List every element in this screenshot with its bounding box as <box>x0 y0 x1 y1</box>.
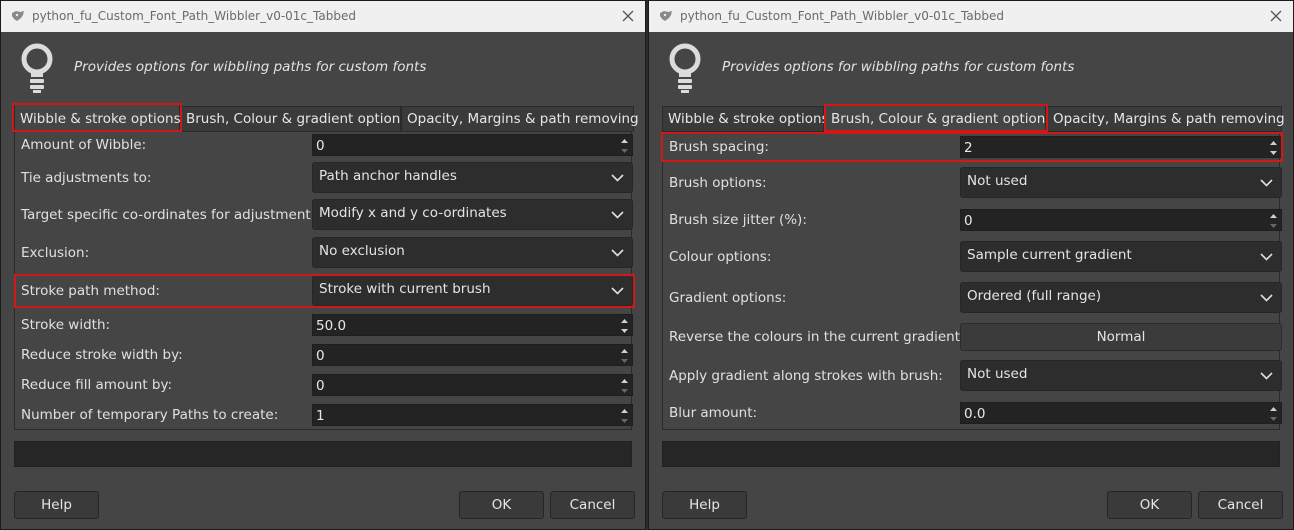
window-title: python_fu_Custom_Font_Path_Wibbler_v0-01… <box>32 9 356 23</box>
spinner-arrows-icon[interactable] <box>619 346 630 366</box>
close-icon[interactable] <box>1267 7 1285 25</box>
title-bar: python_fu_Custom_Font_Path_Wibbler_v0-01… <box>649 1 1293 32</box>
progress-bar <box>14 441 632 467</box>
brush-options-combo[interactable]: Not used <box>960 167 1282 198</box>
tab-wibble-stroke[interactable]: Wibble & stroke options <box>14 104 181 132</box>
help-button[interactable]: Help <box>14 491 99 519</box>
combo-value: Sample current gradient <box>967 247 1132 263</box>
reverse-colours-button[interactable]: Normal <box>960 323 1282 351</box>
stroke-path-method-combo[interactable]: Stroke with current brush <box>312 275 633 306</box>
spinner-arrows-icon[interactable] <box>1268 138 1279 158</box>
spinner-arrows-icon[interactable] <box>619 316 630 336</box>
target-coordinates-combo[interactable]: Modify x and y co-ordinates <box>312 199 633 230</box>
blur-amount-spinner[interactable]: 0.0 <box>960 402 1282 424</box>
row-label: Brush spacing: <box>669 139 769 155</box>
progress-bar <box>662 441 1280 467</box>
tab-brush-colour-gradient[interactable]: Brush, Colour & gradient options <box>825 104 1052 132</box>
spinner-value: 0 <box>964 213 973 229</box>
chevron-down-icon <box>611 174 624 182</box>
row-label: Gradient options: <box>669 290 787 306</box>
row-label: Amount of Wibble: <box>21 137 147 153</box>
spinner-value: 0 <box>316 348 325 364</box>
dialog-left: python_fu_Custom_Font_Path_Wibbler_v0-01… <box>0 0 646 530</box>
spinner-value: 50.0 <box>316 318 347 334</box>
help-button[interactable]: Help <box>662 491 747 519</box>
row-label: Exclusion: <box>21 245 90 261</box>
cancel-button[interactable]: Cancel <box>550 491 635 519</box>
exclusion-combo[interactable]: No exclusion <box>312 237 633 268</box>
apply-gradient-combo[interactable]: Not used <box>960 360 1282 391</box>
spinner-value: 0.0 <box>964 406 986 422</box>
spinner-value: 0 <box>316 378 325 394</box>
dialog-description: Provides options for wibbling paths for … <box>74 59 427 75</box>
spinner-value: 2 <box>964 140 973 156</box>
dialog-description: Provides options for wibbling paths for … <box>722 59 1075 75</box>
tab-panel: Amount of Wibble: 0 Tie adjustments to: … <box>14 131 633 430</box>
tab-opacity-margins[interactable]: Opacity, Margins & path removing <box>1047 106 1285 132</box>
tab-opacity-margins[interactable]: Opacity, Margins & path removing <box>401 106 639 132</box>
spinner-value: 1 <box>316 408 325 424</box>
stroke-width-spinner[interactable]: 50.0 <box>312 314 633 336</box>
chevron-down-icon <box>611 211 624 219</box>
tab-panel: Brush spacing: 2 Brush options: Not used… <box>662 131 1282 430</box>
spinner-arrows-icon[interactable] <box>619 376 630 396</box>
lightbulb-icon <box>669 43 701 93</box>
row-label: Brush size jitter (%): <box>669 212 807 228</box>
row-label: Colour options: <box>669 249 772 265</box>
combo-value: Stroke with current brush <box>319 281 491 297</box>
gradient-options-combo[interactable]: Ordered (full range) <box>960 282 1282 313</box>
row-label: Tie adjustments to: <box>21 170 152 186</box>
amount-of-wibble-spinner[interactable]: 0 <box>312 134 633 156</box>
tab-bar: Wibble & stroke options Brush, Colour & … <box>662 104 1285 132</box>
combo-value: Not used <box>967 173 1028 189</box>
gimp-icon <box>660 11 672 21</box>
row-label: Target specific co-ordinates for adjustm… <box>21 207 316 223</box>
row-label: Brush options: <box>669 175 767 191</box>
ok-button[interactable]: OK <box>459 491 544 519</box>
row-label: Number of temporary Paths to create: <box>21 407 279 423</box>
chevron-down-icon <box>611 249 624 257</box>
reduce-fill-amount-spinner[interactable]: 0 <box>312 374 633 396</box>
chevron-down-icon <box>1260 253 1273 261</box>
tie-adjustments-combo[interactable]: Path anchor handles <box>312 162 633 193</box>
chevron-down-icon <box>1260 294 1273 302</box>
spinner-arrows-icon[interactable] <box>619 406 630 426</box>
row-label: Apply gradient along strokes with brush: <box>669 368 943 384</box>
row-label: Stroke width: <box>21 317 111 333</box>
close-icon[interactable] <box>619 7 637 25</box>
gimp-icon <box>12 11 24 21</box>
window-title: python_fu_Custom_Font_Path_Wibbler_v0-01… <box>680 9 1004 23</box>
chevron-down-icon <box>1260 179 1273 187</box>
row-label: Stroke path method: <box>21 283 160 299</box>
combo-value: Ordered (full range) <box>967 288 1102 304</box>
row-label: Reverse the colours in the current gradi… <box>669 329 965 345</box>
row-label: Reduce stroke width by: <box>21 347 183 363</box>
reduce-stroke-width-spinner[interactable]: 0 <box>312 344 633 366</box>
temporary-paths-spinner[interactable]: 1 <box>312 404 633 426</box>
spinner-arrows-icon[interactable] <box>1268 404 1279 424</box>
brush-spacing-spinner[interactable]: 2 <box>960 136 1282 158</box>
ok-button[interactable]: OK <box>1107 491 1192 519</box>
title-bar: python_fu_Custom_Font_Path_Wibbler_v0-01… <box>1 1 645 32</box>
brush-size-jitter-spinner[interactable]: 0 <box>960 209 1282 231</box>
tab-brush-colour-gradient[interactable]: Brush, Colour & gradient options <box>180 106 407 132</box>
spinner-value: 0 <box>316 138 325 154</box>
tab-wibble-stroke[interactable]: Wibble & stroke options <box>662 106 829 132</box>
combo-value: Not used <box>967 366 1028 382</box>
row-label: Blur amount: <box>669 405 758 421</box>
combo-value: Modify x and y co-ordinates <box>319 205 507 221</box>
spinner-arrows-icon[interactable] <box>1268 211 1279 231</box>
row-label: Reduce fill amount by: <box>21 377 173 393</box>
combo-value: Path anchor handles <box>319 168 457 184</box>
dialog-right: python_fu_Custom_Font_Path_Wibbler_v0-01… <box>648 0 1294 530</box>
combo-value: No exclusion <box>319 243 405 259</box>
lightbulb-icon <box>21 43 53 93</box>
chevron-down-icon <box>1260 372 1273 380</box>
spinner-arrows-icon[interactable] <box>619 136 630 156</box>
tab-bar: Wibble & stroke options Brush, Colour & … <box>14 104 639 132</box>
colour-options-combo[interactable]: Sample current gradient <box>960 241 1282 272</box>
cancel-button[interactable]: Cancel <box>1198 491 1283 519</box>
chevron-down-icon <box>611 287 624 295</box>
